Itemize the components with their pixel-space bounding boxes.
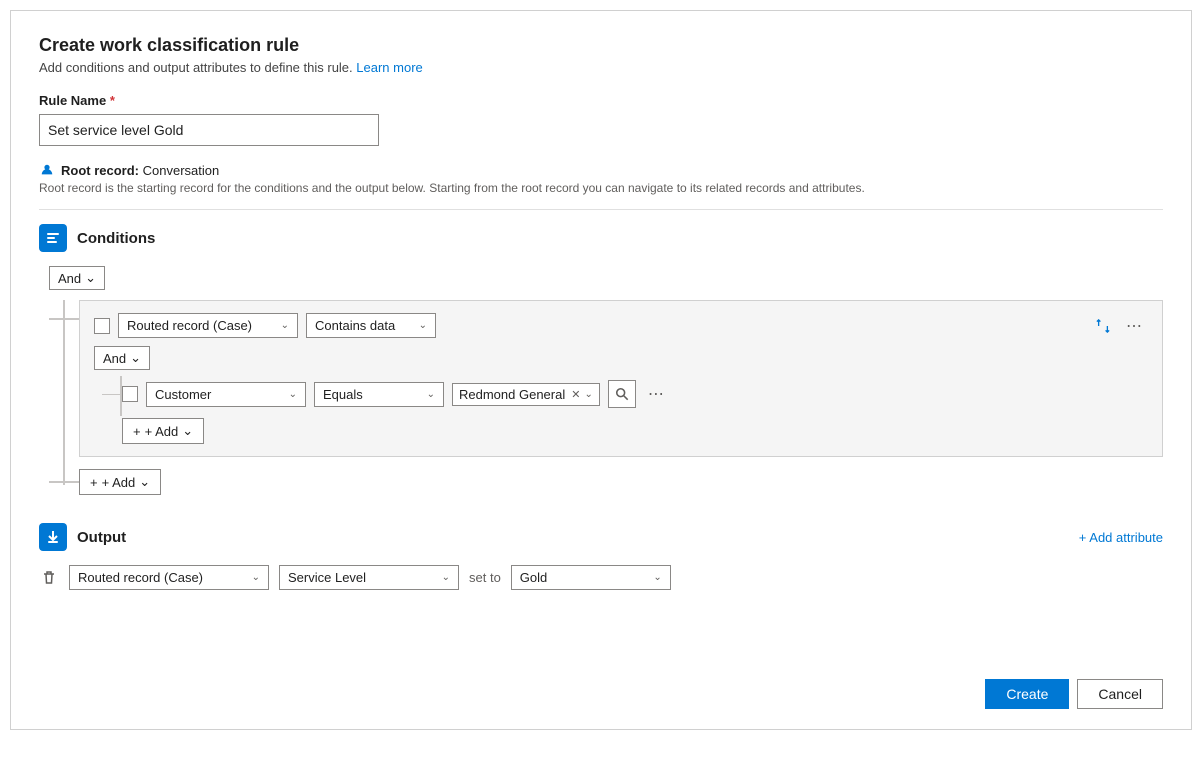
chevron-down-icon: ⌄ [427,389,435,400]
divider-1 [39,209,1163,210]
outer-condition-checkbox[interactable] [94,318,110,334]
outer-row-actions: ⋯ [1092,314,1148,338]
conditions-area: And ⌄ Routed record (Case) ⌄ [49,266,1163,495]
outer-add-area: + + Add ⌄ [79,469,1163,495]
outer-add-button[interactable]: + + Add ⌄ [79,469,161,495]
output-section: Output + Add attribute Routed record (Ca… [39,523,1163,590]
root-record-description: Root record is the starting record for t… [39,181,1163,195]
conditions-icon [39,224,67,252]
conditions-section-header: Conditions [39,224,1163,252]
output-icon [39,523,67,551]
inner-and-dropdown[interactable]: And ⌄ [94,346,150,370]
condition-group-container: Routed record (Case) ⌄ Contains data ⌄ [79,300,1163,457]
person-icon [39,162,55,178]
learn-more-link[interactable]: Learn more [356,60,422,75]
output-title: Output [77,529,126,546]
chevron-down-icon: ⌄ [419,320,427,331]
delete-output-button[interactable] [39,568,59,588]
rule-name-label: Rule Name * [39,93,1163,108]
equals-dropdown[interactable]: Equals ⌄ [314,382,444,407]
inner-condition-checkbox[interactable] [122,386,138,402]
inner-and-row: And ⌄ [94,346,1148,370]
routed-record-dropdown[interactable]: Routed record (Case) ⌄ [118,313,298,338]
chevron-down-icon: ⌄ [130,350,141,366]
cancel-button[interactable]: Cancel [1077,679,1163,709]
root-record-section: Root record: Conversation Root record is… [39,162,1163,195]
inner-add-button[interactable]: + + Add ⌄ [122,418,204,444]
create-button[interactable]: Create [985,679,1069,709]
chevron-down-icon: ⌄ [182,423,193,439]
output-header: Output + Add attribute [39,523,1163,551]
collapse-button[interactable] [1092,317,1114,335]
h-connector-2 [49,481,79,483]
rule-name-input[interactable] [39,114,379,146]
add-attribute-button[interactable]: + Add attribute [1079,530,1163,545]
inner-condition-row: Customer ⌄ Equals ⌄ Redmond General ✕ ⌄ [122,380,1148,408]
inner-add-area: + + Add ⌄ [122,418,1148,444]
conditions-title: Conditions [77,230,155,247]
inner-more-options-button[interactable]: ⋯ [644,382,670,406]
more-options-button[interactable]: ⋯ [1122,314,1148,338]
root-record-label: Root record: Conversation [61,163,219,178]
outer-and-dropdown[interactable]: And ⌄ [49,266,105,290]
chevron-down-icon: ⌄ [289,389,297,400]
page-title: Create work classification rule [39,35,1163,56]
chevron-down-icon: ⌄ [653,572,661,583]
contains-data-dropdown[interactable]: Contains data ⌄ [306,313,436,338]
output-value-dropdown[interactable]: Gold ⌄ [511,565,671,590]
output-record-dropdown[interactable]: Routed record (Case) ⌄ [69,565,269,590]
chevron-down-icon: ⌄ [139,474,150,490]
h-connector-1 [49,318,79,320]
value-chip: Redmond General ✕ ⌄ [452,383,600,406]
inner-group: And ⌄ Customer ⌄ Equals [94,346,1148,444]
chevron-down-icon: ⌄ [281,320,289,331]
outer-condition-row: Routed record (Case) ⌄ Contains data ⌄ [94,313,1148,338]
chevron-down-icon: ⌄ [442,572,450,583]
chip-remove-icon[interactable]: ✕ [571,388,580,401]
output-row: Routed record (Case) ⌄ Service Level ⌄ s… [39,565,1163,590]
search-button[interactable] [608,380,636,408]
customer-dropdown[interactable]: Customer ⌄ [146,382,306,407]
main-container: Create work classification rule Add cond… [10,10,1192,730]
set-to-label: set to [469,570,501,585]
chip-chevron-icon[interactable]: ⌄ [584,389,592,400]
output-attribute-dropdown[interactable]: Service Level ⌄ [279,565,459,590]
outer-vertical-line [63,300,65,485]
page-subtitle: Add conditions and output attributes to … [39,60,1163,75]
footer-actions: Create Cancel [985,679,1163,709]
chevron-down-icon: ⌄ [85,270,96,286]
chevron-down-icon: ⌄ [252,572,260,583]
condition-block: Routed record (Case) ⌄ Contains data ⌄ [79,300,1163,457]
output-section-header: Output [39,523,126,551]
